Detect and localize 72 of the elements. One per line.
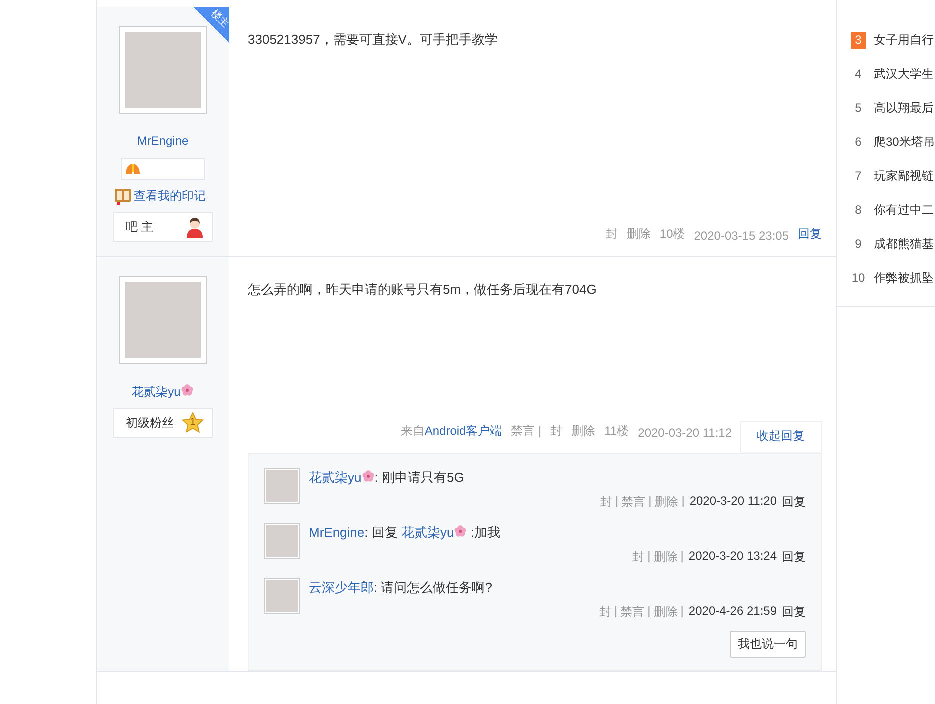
- footer-text: 11楼: [604, 423, 630, 440]
- reply-text: : 回复: [364, 525, 399, 540]
- avatar-photo-placeholder[interactable]: [264, 468, 300, 504]
- footer-text: 来自: [400, 423, 425, 440]
- rank-number: 9: [854, 236, 863, 252]
- separator-text: |: [680, 549, 684, 565]
- separator-text: |: [648, 494, 652, 510]
- rank-number: 3: [851, 32, 866, 48]
- rank-number: 6: [854, 134, 863, 150]
- hot-topic-link[interactable]: 女子用自行: [874, 32, 934, 48]
- avatar-photo-placeholder[interactable]: [264, 523, 300, 559]
- reply-link[interactable]: 回复: [782, 494, 806, 511]
- flower-icon: [454, 525, 468, 538]
- reply-text: :加我: [470, 525, 500, 540]
- rank-number: 7: [854, 168, 863, 184]
- footer-link[interactable]: Android客户端: [424, 423, 502, 440]
- username[interactable]: 花贰柒yu: [132, 384, 194, 401]
- fan-level-badge: 初级粉丝 1: [113, 408, 213, 438]
- post-content: 怎么弄的啊，昨天申请的账号只有5m，做任务后现在有704G: [248, 281, 598, 299]
- flower-icon: [362, 470, 375, 483]
- reply-time: 2020-4-26 21:59: [688, 604, 777, 620]
- rank-number: 5: [854, 100, 863, 116]
- avatar-photo-placeholder[interactable]: [264, 578, 300, 614]
- thread-starter-corner-badge: 楼主: [193, 7, 229, 43]
- footer-text: 删除: [572, 423, 596, 440]
- book-icon: [114, 187, 132, 205]
- separator-text: |: [648, 604, 651, 620]
- reply-time: 2020-3-20 11:20: [690, 494, 777, 510]
- footer-text: 封: [606, 226, 618, 243]
- separator-text: |: [615, 494, 619, 510]
- separator-text: |: [682, 494, 685, 510]
- flower-icon: [180, 384, 194, 397]
- footer-text: 2020-03-20 11:12: [638, 426, 732, 440]
- collapse-replies-tab[interactable]: 收起回复: [740, 421, 822, 453]
- person-icon: [186, 216, 204, 238]
- footer-link[interactable]: 回复: [798, 226, 822, 243]
- reply-text: : 刚申请只有5G: [374, 470, 464, 485]
- separator-text: |: [648, 549, 651, 565]
- rank-number: 4: [854, 66, 863, 82]
- say-something-button[interactable]: 我也说一句: [730, 631, 806, 658]
- footer-text: 禁言 |: [511, 423, 542, 440]
- level-star-icon: 1: [182, 412, 204, 434]
- username[interactable]: MrEngine: [137, 134, 189, 148]
- avatar-photo-placeholder[interactable]: [119, 276, 207, 364]
- footer-text: 2020-03-15 23:05: [694, 229, 789, 243]
- reply-username[interactable]: MrEngine: [309, 525, 365, 540]
- flame-medal-icon: [125, 163, 141, 175]
- hot-topic-link[interactable]: 爬30米塔吊: [874, 134, 935, 150]
- separator-text: |: [680, 604, 684, 620]
- hot-topic-link[interactable]: 武汉大学生: [874, 66, 934, 82]
- reply-text: : 请问怎么做任务啊?: [374, 580, 492, 595]
- hot-topic-link[interactable]: 玩家鄙视链: [874, 168, 934, 184]
- hot-topic-link[interactable]: 成都熊猫基: [874, 236, 934, 252]
- reply-username[interactable]: 云深少年郎: [309, 580, 374, 595]
- role-badge: 吧 主: [113, 212, 213, 242]
- footer-text: 封: [550, 423, 563, 440]
- rank-number: 8: [854, 202, 863, 218]
- hot-topic-link[interactable]: 作弊被抓坠: [874, 270, 934, 286]
- reply-link[interactable]: 回复: [782, 604, 806, 621]
- reply-target-username[interactable]: 花贰柒yu: [401, 525, 468, 540]
- post-content: 3305213957，需要可直接V。可手把手教学: [248, 31, 499, 49]
- avatar-photo-placeholder[interactable]: [119, 26, 207, 114]
- reply-time: 2020-3-20 13:24: [688, 549, 777, 565]
- footer-text: 10楼: [660, 226, 686, 243]
- rank-number: 10: [851, 270, 866, 286]
- hot-topic-link[interactable]: 高以翔最后: [874, 100, 934, 116]
- imprint-link[interactable]: 查看我的印记: [134, 188, 206, 204]
- reply-link[interactable]: 回复: [782, 549, 806, 566]
- hot-topic-link[interactable]: 你有过中二: [874, 202, 934, 218]
- footer-text: 删除: [626, 226, 651, 243]
- reply-username[interactable]: 花贰柒yu: [309, 470, 375, 485]
- separator-text: |: [614, 604, 618, 620]
